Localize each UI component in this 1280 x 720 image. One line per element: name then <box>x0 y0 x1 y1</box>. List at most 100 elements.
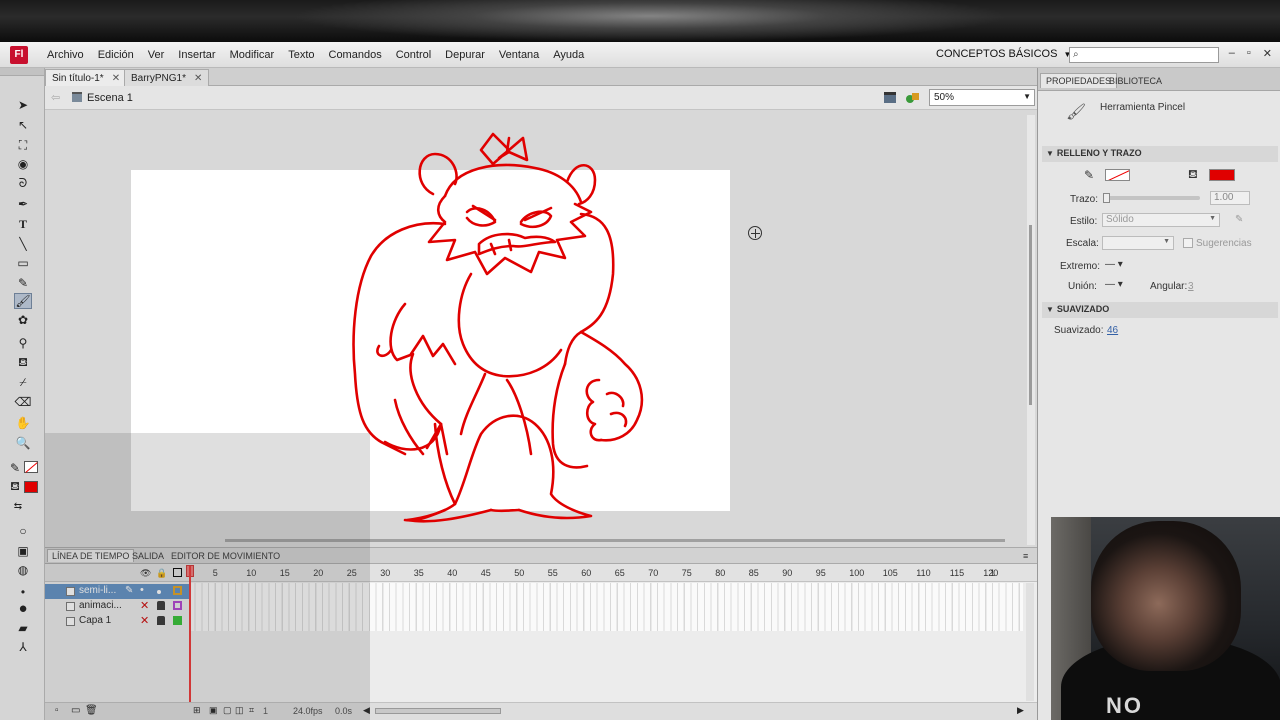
layer-row-animaci[interactable]: animaci... ✕ <box>45 599 189 614</box>
stroke-slider[interactable] <box>1103 193 1200 203</box>
fill-color-swatch[interactable] <box>24 481 38 493</box>
lock-icon[interactable] <box>157 601 165 610</box>
rectangle-tool-icon[interactable]: ▭ <box>14 255 32 271</box>
minimize-icon[interactable]: – <box>1229 47 1235 60</box>
menu-comandos[interactable]: Comandos <box>322 49 389 61</box>
timeline-vertical-scrollbar[interactable] <box>1026 583 1034 701</box>
cap-select[interactable]: — ▾ <box>1105 259 1123 270</box>
delete-layer-icon[interactable]: 🗑 <box>85 705 98 716</box>
zoom-select[interactable]: 50% ▼ <box>929 89 1035 106</box>
maximize-icon[interactable]: ▫ <box>1247 47 1251 60</box>
fill-color-swatch[interactable] <box>1209 169 1235 181</box>
slider-knob[interactable] <box>1103 193 1110 203</box>
zoom-tool-icon[interactable]: 🔍 <box>14 435 32 451</box>
lock-dot-icon[interactable] <box>157 590 161 594</box>
outline-color-icon[interactable] <box>173 616 182 625</box>
hidden-x-icon[interactable]: ✕ <box>140 614 149 627</box>
menu-depurar[interactable]: Depurar <box>438 49 492 61</box>
3d-rotation-tool-icon[interactable]: ◉ <box>14 156 32 172</box>
brush-mode-icon[interactable]: ◍ <box>14 562 32 578</box>
hidden-x-icon[interactable]: ✕ <box>140 599 149 612</box>
tab-biblioteca[interactable]: BIBLIOTECA <box>1104 74 1167 88</box>
visibility-dot-icon[interactable]: • <box>140 584 144 596</box>
text-tool-icon[interactable]: T <box>14 216 32 232</box>
onion-outline-icon[interactable]: ▢ <box>223 705 232 716</box>
show-hide-all-icon[interactable]: 👁 <box>140 568 151 578</box>
playhead[interactable] <box>189 566 191 706</box>
close-icon[interactable]: ✕ <box>1263 47 1272 60</box>
lock-all-icon[interactable]: 🔒 <box>156 568 167 578</box>
new-layer-icon[interactable]: ▫ <box>55 705 59 716</box>
object-drawing-icon[interactable]: ○ <box>14 523 32 539</box>
lock-fill-icon[interactable]: ▣ <box>14 543 32 559</box>
pressure-icon[interactable]: ▰ <box>14 620 32 636</box>
style-select[interactable]: Sólido ▼ <box>1102 213 1220 227</box>
scroll-right-icon[interactable]: ▶ <box>1017 705 1024 716</box>
stage-horizontal-scrollbar[interactable] <box>225 539 1005 542</box>
stroke-color-swatch[interactable] <box>1105 169 1130 181</box>
outline-color-icon[interactable] <box>173 586 182 595</box>
stage-vertical-scrollbar[interactable] <box>1027 115 1035 545</box>
brush-shape-icon[interactable]: ● <box>14 600 32 617</box>
scroll-thumb[interactable] <box>1029 225 1032 405</box>
selection-tool-icon[interactable]: ➤ <box>14 97 32 113</box>
outline-all-icon[interactable] <box>173 568 182 577</box>
frame-rate[interactable]: 24.0fps <box>293 706 323 716</box>
section-suavizado[interactable]: ▼ SUAVIZADO <box>1042 302 1278 318</box>
close-tab-icon[interactable]: ✕ <box>194 73 202 84</box>
outline-color-icon[interactable] <box>173 601 182 610</box>
onion-skin-icon[interactable]: ▣ <box>209 705 218 716</box>
subselection-tool-icon[interactable]: ↖ <box>14 117 32 133</box>
edit-symbols-icon[interactable] <box>905 91 921 104</box>
tilt-icon[interactable]: ⅄ <box>14 639 32 655</box>
panel-grip[interactable] <box>0 68 44 76</box>
menu-control[interactable]: Control <box>389 49 438 61</box>
help-search-input[interactable]: ⌕ <box>1069 47 1219 63</box>
menu-ventana[interactable]: Ventana <box>492 49 546 61</box>
flash-app-icon[interactable]: Fl <box>10 45 28 64</box>
menu-ayuda[interactable]: Ayuda <box>546 49 591 61</box>
tab-salida[interactable]: SALIDA <box>128 550 168 562</box>
back-arrow-icon[interactable]: ⇦ <box>51 91 60 104</box>
close-tab-icon[interactable]: ✕ <box>112 73 120 84</box>
hand-tool-icon[interactable]: ✋ <box>14 415 32 431</box>
menu-texto[interactable]: Texto <box>281 49 321 61</box>
eraser-tool-icon[interactable]: ⌫ <box>14 394 32 410</box>
edit-scene-icon[interactable] <box>883 91 897 104</box>
tab-editor-de-movimiento[interactable]: EDITOR DE MOVIMIENTO <box>167 550 284 562</box>
pen-tool-icon[interactable]: ✒ <box>14 196 32 212</box>
miter-value[interactable]: 3 <box>1188 281 1194 292</box>
edit-multiple-frames-icon[interactable]: ◫ <box>235 705 244 716</box>
frames-grid[interactable] <box>189 583 1023 631</box>
menu-edicion[interactable]: Edición <box>91 49 141 61</box>
eyedropper-tool-icon[interactable]: ⌿ <box>14 374 32 390</box>
pencil-tool-icon[interactable]: ✎ <box>14 275 32 291</box>
free-transform-tool-icon[interactable]: ⛶ <box>14 137 32 153</box>
deco-tool-icon[interactable]: ✿ <box>14 312 32 328</box>
scroll-left-icon[interactable]: ◀ <box>363 705 370 716</box>
paint-bucket-tool-icon[interactable]: ⛾ <box>14 355 32 371</box>
center-frame-icon[interactable]: ⊞ <box>193 705 201 716</box>
section-relleno-y-trazo[interactable]: ▼ RELLENO Y TRAZO <box>1042 146 1278 162</box>
menu-insertar[interactable]: Insertar <box>171 49 222 61</box>
pasteboard[interactable] <box>45 110 1037 547</box>
swap-colors-icon[interactable]: ⇆ <box>9 498 27 514</box>
brush-tool-icon[interactable]: 🖌 <box>14 293 32 309</box>
modify-markers-icon[interactable]: ⌗ <box>249 705 254 716</box>
line-tool-icon[interactable]: ╲ <box>14 236 32 252</box>
layer-row-semi-li[interactable]: semi-li... ✎ • <box>45 584 189 599</box>
menu-modificar[interactable]: Modificar <box>223 49 282 61</box>
workspace-switcher[interactable]: CONCEPTOS BÁSICOS ▼ <box>936 48 1071 60</box>
tab-barrypng[interactable]: BarryPNG1* ✕ <box>124 69 210 86</box>
lock-icon[interactable] <box>157 616 165 625</box>
new-folder-icon[interactable]: ▭ <box>71 705 80 716</box>
stroke-width-input[interactable]: 1.00 <box>1210 191 1250 205</box>
tab-sin-titulo[interactable]: Sin título-1* ✕ <box>45 69 128 86</box>
join-select[interactable]: — ▾ <box>1105 279 1123 290</box>
layer-row-capa-1[interactable]: Capa 1 ✕ <box>45 614 189 629</box>
edit-stroke-style-icon[interactable]: ✎ <box>1235 214 1243 225</box>
panel-menu-icon[interactable]: ≡ <box>1019 550 1032 562</box>
stroke-color-swatch[interactable] <box>24 461 38 473</box>
timeline-horizontal-scroll-thumb[interactable] <box>375 708 501 714</box>
tab-linea-de-tiempo[interactable]: LÍNEA DE TIEMPO <box>47 549 135 562</box>
